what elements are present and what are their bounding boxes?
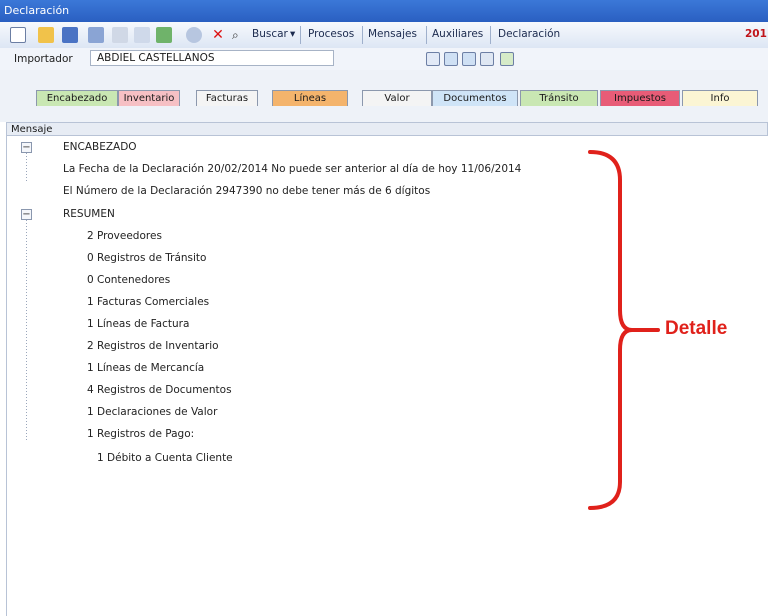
collapse-encabezado-icon[interactable]: − (21, 142, 32, 153)
annotation-bracket (588, 150, 660, 510)
tab-encabezado[interactable]: Encabezado (36, 90, 118, 106)
tab-valor[interactable]: Valor (362, 90, 432, 106)
tree-item[interactable]: 1 Facturas Comerciales (87, 296, 209, 308)
tree-item[interactable]: 0 Contenedores (87, 274, 170, 286)
toolbar: ✕ ⌕ Buscar ▾ Procesos Mensajes Auxiliare… (0, 22, 768, 49)
chevron-down-icon[interactable]: ▾ (290, 28, 295, 40)
tree-guide (26, 220, 27, 440)
sheet-icon[interactable] (156, 27, 172, 43)
message-column-header: Mensaje (6, 122, 768, 136)
tab-documentos[interactable]: Documentos (432, 90, 518, 106)
help-icon[interactable] (186, 27, 202, 43)
tab-label: Documentos (443, 93, 507, 104)
tab-transito[interactable]: Tránsito (520, 90, 598, 106)
tab-label: Líneas (293, 93, 327, 104)
declaracion-menu[interactable]: Declaración (498, 28, 560, 40)
tree-item[interactable]: 1 Líneas de Factura (87, 318, 189, 330)
binoculars-icon[interactable]: ⌕ (232, 27, 248, 43)
new-document-icon[interactable] (10, 27, 26, 43)
collapse-resumen-icon[interactable]: − (21, 209, 32, 220)
report-icon[interactable] (480, 52, 494, 66)
importador-field[interactable]: ABDIEL CASTELLANOS (90, 50, 334, 66)
tree-node-resumen[interactable]: RESUMEN (63, 208, 115, 220)
delete-icon[interactable]: ✕ (210, 27, 226, 43)
annotation-label: Detalle (665, 318, 728, 339)
toolbar-separator (300, 26, 301, 44)
tree-item[interactable]: 1 Líneas de Mercancía (87, 362, 204, 374)
mensajes-menu[interactable]: Mensajes (368, 28, 417, 40)
tree-guide (26, 153, 27, 183)
tab-label: Info (710, 93, 730, 104)
undo-icon[interactable] (112, 27, 128, 43)
tree-item[interactable]: 0 Registros de Tránsito (87, 252, 206, 264)
tab-facturas[interactable]: Facturas (196, 90, 258, 106)
tree-item[interactable]: 2 Registros de Inventario (87, 340, 219, 352)
tab-strip: Encabezado Inventario Facturas Líneas Va… (0, 70, 768, 122)
year-label: 201 (745, 28, 767, 40)
tree-item[interactable]: 2 Proveedores (87, 230, 162, 242)
lookup-icon[interactable] (426, 52, 440, 66)
procesos-menu[interactable]: Procesos (308, 28, 354, 40)
tree-item[interactable]: La Fecha de la Declaración 20/02/2014 No… (63, 163, 521, 175)
toolbar-separator (490, 26, 491, 44)
list-icon[interactable] (462, 52, 476, 66)
tree-item[interactable]: 4 Registros de Documentos (87, 384, 232, 396)
tab-label: Impuestos (614, 93, 666, 104)
tab-label: Facturas (205, 93, 249, 104)
window-title: Declaración (4, 4, 70, 17)
toolbar-separator (362, 26, 363, 44)
tab-info[interactable]: Info (682, 90, 758, 106)
importador-row: Importador ABDIEL CASTELLANOS (0, 48, 768, 70)
buscar-menu[interactable]: Buscar (252, 28, 288, 40)
toolbar-separator (426, 26, 427, 44)
tree-item[interactable]: 1 Registros de Pago: (87, 428, 194, 440)
tree-subitem[interactable]: 1 Débito a Cuenta Cliente (97, 452, 233, 464)
save-icon[interactable] (62, 27, 78, 43)
tree-item[interactable]: 1 Declaraciones de Valor (87, 406, 217, 418)
title-bar: Declaración (0, 0, 768, 22)
grid-icon[interactable] (444, 52, 458, 66)
tab-inventario[interactable]: Inventario (118, 90, 180, 106)
tab-impuestos[interactable]: Impuestos (600, 90, 680, 106)
calendar-icon[interactable] (134, 27, 150, 43)
tab-label: Inventario (123, 93, 175, 104)
open-folder-icon[interactable] (38, 27, 54, 43)
tab-label: Encabezado (46, 93, 108, 104)
importador-label: Importador (14, 53, 73, 65)
tab-label: Valor (384, 93, 410, 104)
auxiliares-menu[interactable]: Auxiliares (432, 28, 483, 40)
tab-label: Tránsito (539, 93, 579, 104)
tab-lineas[interactable]: Líneas (272, 90, 348, 106)
tree-node-encabezado[interactable]: ENCABEZADO (63, 141, 137, 153)
chart-icon[interactable] (500, 52, 514, 66)
edit-icon[interactable] (88, 27, 104, 43)
tree-item[interactable]: El Número de la Declaración 2947390 no d… (63, 185, 430, 197)
